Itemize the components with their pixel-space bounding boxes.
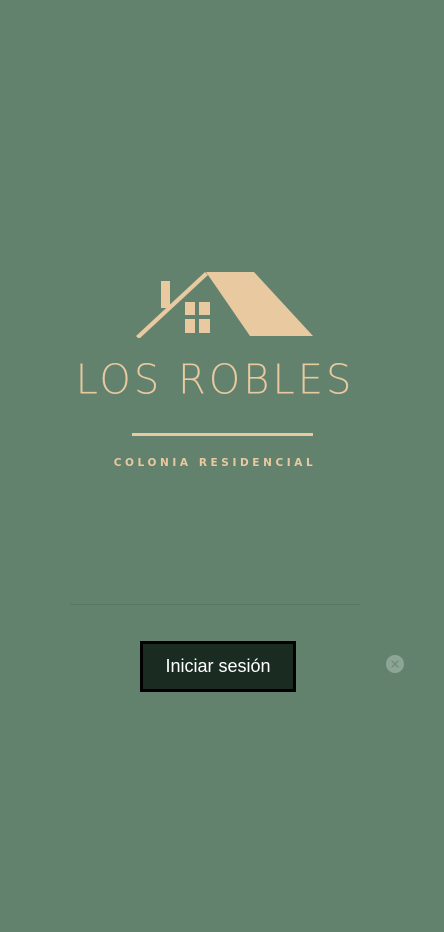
brand-underline [132, 433, 313, 436]
close-button[interactable] [386, 655, 404, 673]
brand-name: LOS ROBLES [75, 356, 355, 404]
login-screen: LOS ROBLES COLONIA RESIDENCIAL Iniciar s… [0, 0, 430, 932]
brand-tagline: COLONIA RESIDENCIAL [113, 457, 317, 469]
divider [70, 604, 360, 605]
login-button[interactable]: Iniciar sesión [140, 641, 296, 692]
close-icon [391, 660, 399, 668]
house-icon [136, 272, 313, 338]
logo: LOS ROBLES COLONIA RESIDENCIAL [0, 262, 430, 482]
